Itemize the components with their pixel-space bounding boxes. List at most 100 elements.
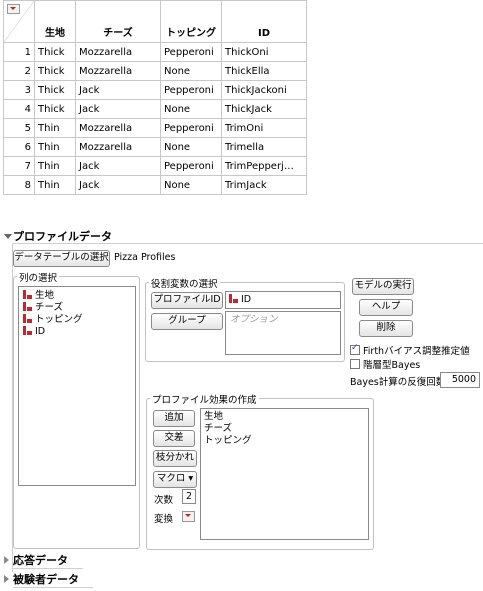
- firth-checkbox[interactable]: [350, 343, 360, 355]
- list-item-label: トッピング: [35, 314, 83, 325]
- table-menu-arrow-icon[interactable]: [7, 4, 20, 14]
- collapse-triangle-icon[interactable]: [4, 234, 12, 239]
- table-cell: Trimella: [221, 137, 307, 157]
- run-model-button[interactable]: モデルの実行: [352, 278, 414, 295]
- expand-triangle-icon[interactable]: [4, 556, 9, 564]
- transform-label: 変換: [154, 514, 174, 525]
- table-row[interactable]: 7 Thin Jack Pepperoni TrimPepperj…: [3, 156, 307, 176]
- nest-button[interactable]: 枝分かれ: [153, 450, 197, 467]
- group-placeholder: オプション: [230, 314, 278, 325]
- firth-option[interactable]: Firthバイアス調整推定値: [350, 343, 470, 357]
- bayes-label: 階層型Bayes: [363, 360, 421, 371]
- select-data-table-button[interactable]: データテーブルの選択: [13, 250, 110, 267]
- table-cell: Thin: [34, 175, 76, 195]
- degree-input[interactable]: 2: [182, 489, 196, 504]
- list-item[interactable]: トッピング: [23, 314, 131, 326]
- table-row[interactable]: 2 Thick Mozzarella None ThickElla: [3, 61, 307, 81]
- roles-group-label: 役割変数の選択: [149, 276, 220, 290]
- column-header[interactable]: ID: [221, 0, 307, 43]
- column-header[interactable]: チーズ: [75, 0, 161, 43]
- list-item-label: チーズ: [35, 302, 64, 313]
- effect-item[interactable]: 生地: [204, 411, 365, 423]
- table-row[interactable]: 1 Thick Mozzarella Pepperoni ThickOni: [3, 42, 307, 62]
- profile-id-value: ID: [241, 294, 252, 305]
- table-row[interactable]: 4 Thick Jack None ThickJack: [3, 99, 307, 119]
- nominal-column-icon: [23, 302, 32, 311]
- column-header[interactable]: トッピング: [160, 0, 222, 43]
- add-button[interactable]: 追加: [153, 410, 195, 427]
- columns-list[interactable]: 生地 チーズ トッピング ID: [18, 286, 136, 486]
- effect-item[interactable]: チーズ: [204, 423, 365, 435]
- row-number[interactable]: 6: [3, 137, 35, 157]
- table-cell: ThickElla: [221, 61, 307, 81]
- table-cell: None: [160, 61, 222, 81]
- table-cell: Jack: [75, 80, 161, 100]
- nominal-column-icon: [23, 326, 32, 335]
- macro-button[interactable]: マクロ ▾: [153, 471, 197, 488]
- row-number[interactable]: 1: [3, 42, 35, 62]
- row-number[interactable]: 3: [3, 80, 35, 100]
- row-number[interactable]: 5: [3, 118, 35, 138]
- table-cell: Pepperoni: [160, 80, 222, 100]
- table-cell: TrimJack: [221, 175, 307, 195]
- remove-button[interactable]: 削除: [359, 320, 413, 337]
- bayes-option[interactable]: 階層型Bayes: [350, 357, 420, 371]
- table-cell: Pepperoni: [160, 156, 222, 176]
- profile-id-button[interactable]: プロファイルID: [151, 292, 223, 309]
- row-number[interactable]: 7: [3, 156, 35, 176]
- nominal-column-icon: [23, 290, 32, 299]
- table-corner[interactable]: [3, 0, 35, 43]
- table-cell: TrimOni: [221, 118, 307, 138]
- table-cell: Thick: [34, 80, 76, 100]
- table-row[interactable]: 8 Thin Jack None TrimJack: [3, 175, 307, 195]
- table-cell: Thin: [34, 118, 76, 138]
- table-cell: Mozzarella: [75, 118, 161, 138]
- table-cell: Pepperoni: [160, 118, 222, 138]
- nominal-column-icon: [23, 314, 32, 323]
- degree-label: 次数: [154, 495, 174, 506]
- table-cell: None: [160, 137, 222, 157]
- iterations-input[interactable]: 5000: [440, 372, 480, 388]
- cross-button[interactable]: 交差: [153, 430, 195, 447]
- table-cell: None: [160, 175, 222, 195]
- row-number[interactable]: 4: [3, 99, 35, 119]
- subject-data-section[interactable]: 被験者データ: [13, 571, 93, 588]
- dropdown-arrow-icon[interactable]: [182, 511, 195, 522]
- expand-triangle-icon[interactable]: [4, 575, 9, 583]
- effect-item[interactable]: トッピング: [204, 435, 365, 447]
- table-cell: Thick: [34, 99, 76, 119]
- data-table: 生地 チーズ トッピング ID 1 Thick Mozzarella Pepperon…: [3, 0, 307, 195]
- table-cell: TrimPepperj…: [221, 156, 307, 176]
- table-cell: Thin: [34, 137, 76, 157]
- table-cell: Thick: [34, 42, 76, 62]
- transform-dropdown[interactable]: [182, 511, 195, 524]
- table-row[interactable]: 6 Thin Mozzarella None Trimella: [3, 137, 307, 157]
- table-header-row: 生地 チーズ トッピング ID: [3, 0, 307, 43]
- table-cell: Jack: [75, 99, 161, 119]
- table-cell: Mozzarella: [75, 137, 161, 157]
- column-header[interactable]: 生地: [34, 0, 76, 43]
- nominal-column-icon: [229, 294, 238, 303]
- list-item-label: 生地: [35, 290, 55, 301]
- table-row[interactable]: 3 Thick Jack Pepperoni ThickJackoni: [3, 80, 307, 100]
- table-cell: Thin: [34, 156, 76, 176]
- iterations-label: Bayes計算の反復回数: [350, 377, 446, 388]
- table-name: Pizza Profiles: [114, 252, 176, 263]
- help-button[interactable]: ヘルプ: [359, 299, 413, 316]
- bayes-checkbox[interactable]: [350, 359, 360, 369]
- table-cell: Jack: [75, 156, 161, 176]
- table-cell: Mozzarella: [75, 61, 161, 81]
- effects-list[interactable]: 生地 チーズ トッピング: [200, 408, 369, 540]
- group-box[interactable]: オプション: [225, 311, 341, 355]
- list-item[interactable]: 生地: [23, 290, 131, 302]
- table-row[interactable]: 5 Thin Mozzarella Pepperoni TrimOni: [3, 118, 307, 138]
- response-data-section[interactable]: 応答データ: [13, 552, 83, 569]
- row-number[interactable]: 8: [3, 175, 35, 195]
- list-item[interactable]: チーズ: [23, 302, 131, 314]
- profile-id-box[interactable]: ID: [225, 291, 341, 309]
- group-button[interactable]: グループ: [151, 313, 223, 330]
- effects-group-label: プロファイル効果の作成: [150, 392, 259, 406]
- row-number[interactable]: 2: [3, 61, 35, 81]
- table-cell: Jack: [75, 175, 161, 195]
- list-item[interactable]: ID: [23, 326, 131, 338]
